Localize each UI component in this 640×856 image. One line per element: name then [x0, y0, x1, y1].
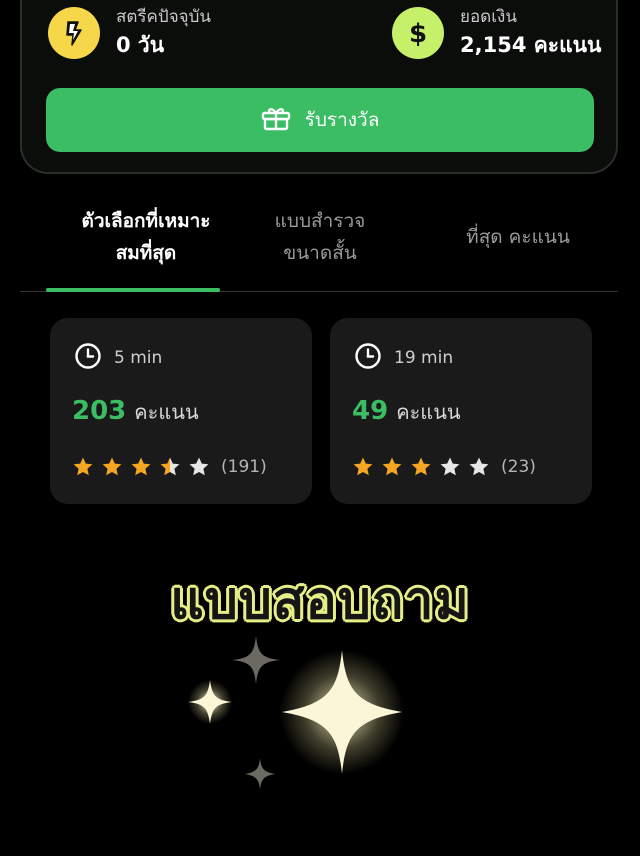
gift-icon: [261, 105, 291, 135]
star-rating: (191): [72, 456, 267, 478]
star-icon: [411, 457, 431, 476]
star-rating: (23): [352, 456, 536, 478]
lightning-icon: [48, 7, 100, 59]
balance-label: ยอดเงิน: [460, 7, 517, 27]
survey-points-unit: คะแนน: [134, 400, 199, 424]
survey-points: 49: [352, 396, 389, 426]
star-icon: [382, 457, 402, 476]
star-icon: [189, 457, 209, 476]
survey-card[interactable]: 19 min 49 คะแนน (23): [330, 318, 592, 504]
star-icon: [102, 457, 122, 476]
survey-points-unit: คะแนน: [396, 400, 461, 424]
tab-best-match-line2: สมที่สุด: [115, 242, 177, 264]
tab-highest-points[interactable]: ที่สุด คะแนน: [418, 192, 618, 282]
survey-tabs: ตัวเลือกที่เหมาะ สมที่สุด แบบสำรวจ ขนาดส…: [20, 192, 618, 294]
claim-reward-label: รับรางวัล: [304, 109, 380, 131]
tab-short-surveys-line1: แบบสำรวจ: [274, 210, 366, 232]
balance-stat: $ ยอดเงิน 2,154 คะแนน: [392, 6, 601, 60]
tab-best-match-line1: ตัวเลือกที่เหมาะ: [81, 210, 211, 232]
svg-text:$: $: [409, 19, 427, 48]
star-icon: [353, 457, 373, 476]
balance-value: 2,154 คะแนน: [460, 33, 602, 57]
tab-highest-points-label: ที่สุด คะแนน: [466, 226, 570, 248]
rating-count: (191): [221, 457, 267, 477]
claim-reward-button[interactable]: รับรางวัล: [46, 88, 594, 152]
tab-short-surveys[interactable]: แบบสำรวจ ขนาดสั้น: [222, 192, 418, 282]
active-tab-indicator: [46, 288, 220, 292]
streak-stat: สตรีคปัจจุบัน 0 วัน: [48, 6, 211, 60]
survey-duration: 19 min: [394, 348, 454, 368]
survey-points: 203: [72, 396, 127, 426]
rating-count: (23): [501, 457, 536, 477]
star-icon: [469, 457, 489, 476]
star-icon: [440, 457, 460, 476]
streak-label: สตรีคปัจจุบัน: [116, 7, 212, 27]
dollar-icon: $: [392, 7, 444, 59]
streak-value: 0 วัน: [116, 33, 165, 57]
tab-best-match[interactable]: ตัวเลือกที่เหมาะ สมที่สุด: [46, 192, 246, 282]
tab-short-surveys-line2: ขนาดสั้น: [283, 242, 357, 264]
clock-icon: [74, 342, 102, 374]
survey-card[interactable]: 5 min 203 คะแนน (191): [50, 318, 312, 504]
star-icon: [160, 457, 180, 476]
sparkle-icon: [180, 628, 420, 798]
survey-duration: 5 min: [114, 348, 163, 368]
star-icon: [73, 457, 93, 476]
clock-icon: [354, 342, 382, 374]
star-icon: [131, 457, 151, 476]
